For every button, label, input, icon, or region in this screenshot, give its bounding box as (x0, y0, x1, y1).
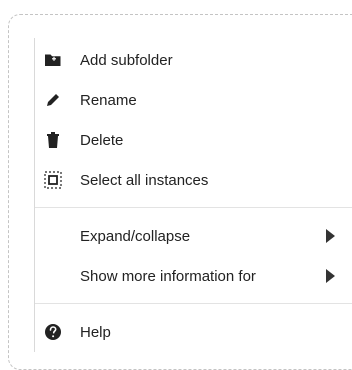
menu-separator (35, 207, 352, 208)
menu-item-label: Help (80, 323, 111, 341)
menu-item-label: Add subfolder (80, 51, 173, 69)
chevron-right-icon (326, 229, 335, 243)
help-menu-item[interactable]: Help (35, 312, 352, 352)
chevron-right-icon (326, 269, 335, 283)
question-circle-icon (43, 322, 63, 342)
trash-icon (43, 130, 63, 150)
menu-item-label: Rename (80, 91, 137, 109)
menu-item-label: Select all instances (80, 171, 209, 189)
menu-item-label: Show more information for (80, 267, 256, 285)
folder-plus-icon (43, 50, 63, 70)
menu-item-label: Expand/collapse (80, 227, 191, 245)
select-all-icon (43, 170, 63, 190)
select-all-instances-menu-item[interactable]: Select all instances (35, 160, 352, 200)
add-subfolder-menu-item[interactable]: Add subfolder (35, 40, 352, 80)
menu-item-label: Delete (80, 131, 124, 149)
rename-menu-item[interactable]: Rename (35, 80, 352, 120)
menu-separator (35, 303, 352, 304)
context-menu: Add subfolder Rename Delete Select all i… (34, 38, 352, 352)
expand-collapse-menu-item[interactable]: Expand/collapse (35, 216, 352, 256)
delete-menu-item[interactable]: Delete (35, 120, 352, 160)
show-more-information-menu-item[interactable]: Show more information for (35, 256, 352, 296)
pencil-icon (43, 90, 63, 110)
